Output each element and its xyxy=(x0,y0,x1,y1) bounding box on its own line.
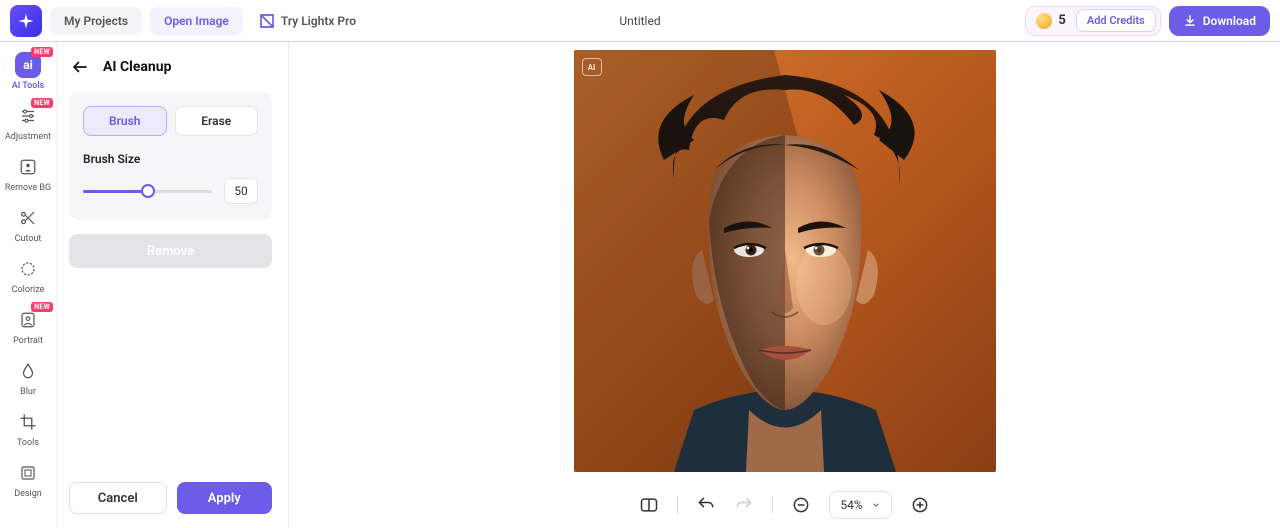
scissors-icon xyxy=(19,209,37,227)
new-badge: NEW xyxy=(31,98,53,108)
rail-label: Design xyxy=(14,490,42,499)
undo-button[interactable] xyxy=(696,495,716,515)
try-pro-label: Try Lightx Pro xyxy=(281,14,356,28)
design-icon xyxy=(19,464,37,482)
brush-size-label: Brush Size xyxy=(83,152,258,166)
brush-size-slider[interactable] xyxy=(83,184,212,198)
brush-size-value[interactable]: 50 xyxy=(224,178,258,204)
panel-title: AI Cleanup xyxy=(103,59,171,75)
rail-blur[interactable]: Blur xyxy=(4,354,52,399)
blur-icon xyxy=(19,362,37,380)
credits-count: 5 xyxy=(1058,13,1065,28)
sliders-icon xyxy=(19,107,37,125)
arrow-left-icon xyxy=(71,58,89,76)
rail-label: Blur xyxy=(20,388,36,397)
redo-button[interactable] xyxy=(734,495,754,515)
download-icon xyxy=(1183,14,1197,28)
ai-badge: AI xyxy=(582,58,602,76)
brush-mode-button[interactable]: Brush xyxy=(83,106,167,136)
portrait-image xyxy=(574,50,996,472)
app-logo[interactable] xyxy=(10,5,42,37)
my-projects-button[interactable]: My Projects xyxy=(50,7,142,35)
rail-remove-bg[interactable]: Remove BG xyxy=(4,150,52,195)
try-pro-link[interactable]: Try Lightx Pro xyxy=(259,13,356,29)
rail-design[interactable]: Design xyxy=(4,456,52,501)
rail-cutout[interactable]: Cutout xyxy=(4,201,52,246)
open-image-button[interactable]: Open Image xyxy=(150,7,243,35)
document-title[interactable]: Untitled xyxy=(619,14,660,28)
left-rail: NEW ai AI Tools NEW Adjustment Remove BG… xyxy=(0,42,57,528)
rail-label: Cutout xyxy=(15,235,42,244)
side-panel: AI Cleanup Brush Erase Brush Size 50 Rem… xyxy=(57,42,289,528)
new-badge: NEW xyxy=(31,47,53,57)
separator xyxy=(772,496,773,514)
rail-tools[interactable]: Tools xyxy=(4,405,52,450)
ai-icon: ai xyxy=(23,58,33,72)
download-label: Download xyxy=(1203,14,1256,28)
add-credits-button[interactable]: Add Credits xyxy=(1076,9,1156,32)
rail-label: AI Tools xyxy=(12,82,45,91)
zoom-select[interactable]: 54% xyxy=(829,491,891,519)
rail-adjustment[interactable]: NEW Adjustment xyxy=(4,99,52,144)
compare-button[interactable] xyxy=(639,495,659,515)
rail-ai-tools[interactable]: NEW ai AI Tools xyxy=(4,48,52,93)
zoom-in-button[interactable] xyxy=(910,495,930,515)
chevron-down-icon xyxy=(871,500,881,510)
rail-label: Adjustment xyxy=(5,133,51,142)
zoom-out-button[interactable] xyxy=(791,495,811,515)
pro-icon xyxy=(259,13,275,29)
crop-icon xyxy=(19,413,37,431)
portrait-icon xyxy=(19,311,37,329)
rail-colorize[interactable]: Colorize xyxy=(4,252,52,297)
coin-icon xyxy=(1036,13,1052,29)
rail-label: Portrait xyxy=(13,337,43,346)
separator xyxy=(677,496,678,514)
canvas-area: AI xyxy=(289,42,1280,528)
cancel-button[interactable]: Cancel xyxy=(69,482,167,514)
new-badge: NEW xyxy=(31,302,53,312)
bottom-toolbar: 54% xyxy=(639,482,929,528)
zoom-value: 54% xyxy=(840,498,862,512)
credits-pill: 5 Add Credits xyxy=(1025,6,1160,36)
rail-label: Remove BG xyxy=(5,184,51,193)
rail-portrait[interactable]: NEW Portrait xyxy=(4,303,52,348)
canvas-image[interactable]: AI xyxy=(574,50,996,472)
download-button[interactable]: Download xyxy=(1169,6,1270,36)
remove-bg-icon xyxy=(19,158,37,176)
back-button[interactable] xyxy=(69,56,91,78)
colorize-icon xyxy=(19,260,37,278)
remove-button[interactable]: Remove xyxy=(69,234,272,268)
rail-label: Colorize xyxy=(12,286,45,295)
erase-mode-button[interactable]: Erase xyxy=(175,106,259,136)
apply-button[interactable]: Apply xyxy=(177,482,273,514)
rail-label: Tools xyxy=(17,439,39,448)
